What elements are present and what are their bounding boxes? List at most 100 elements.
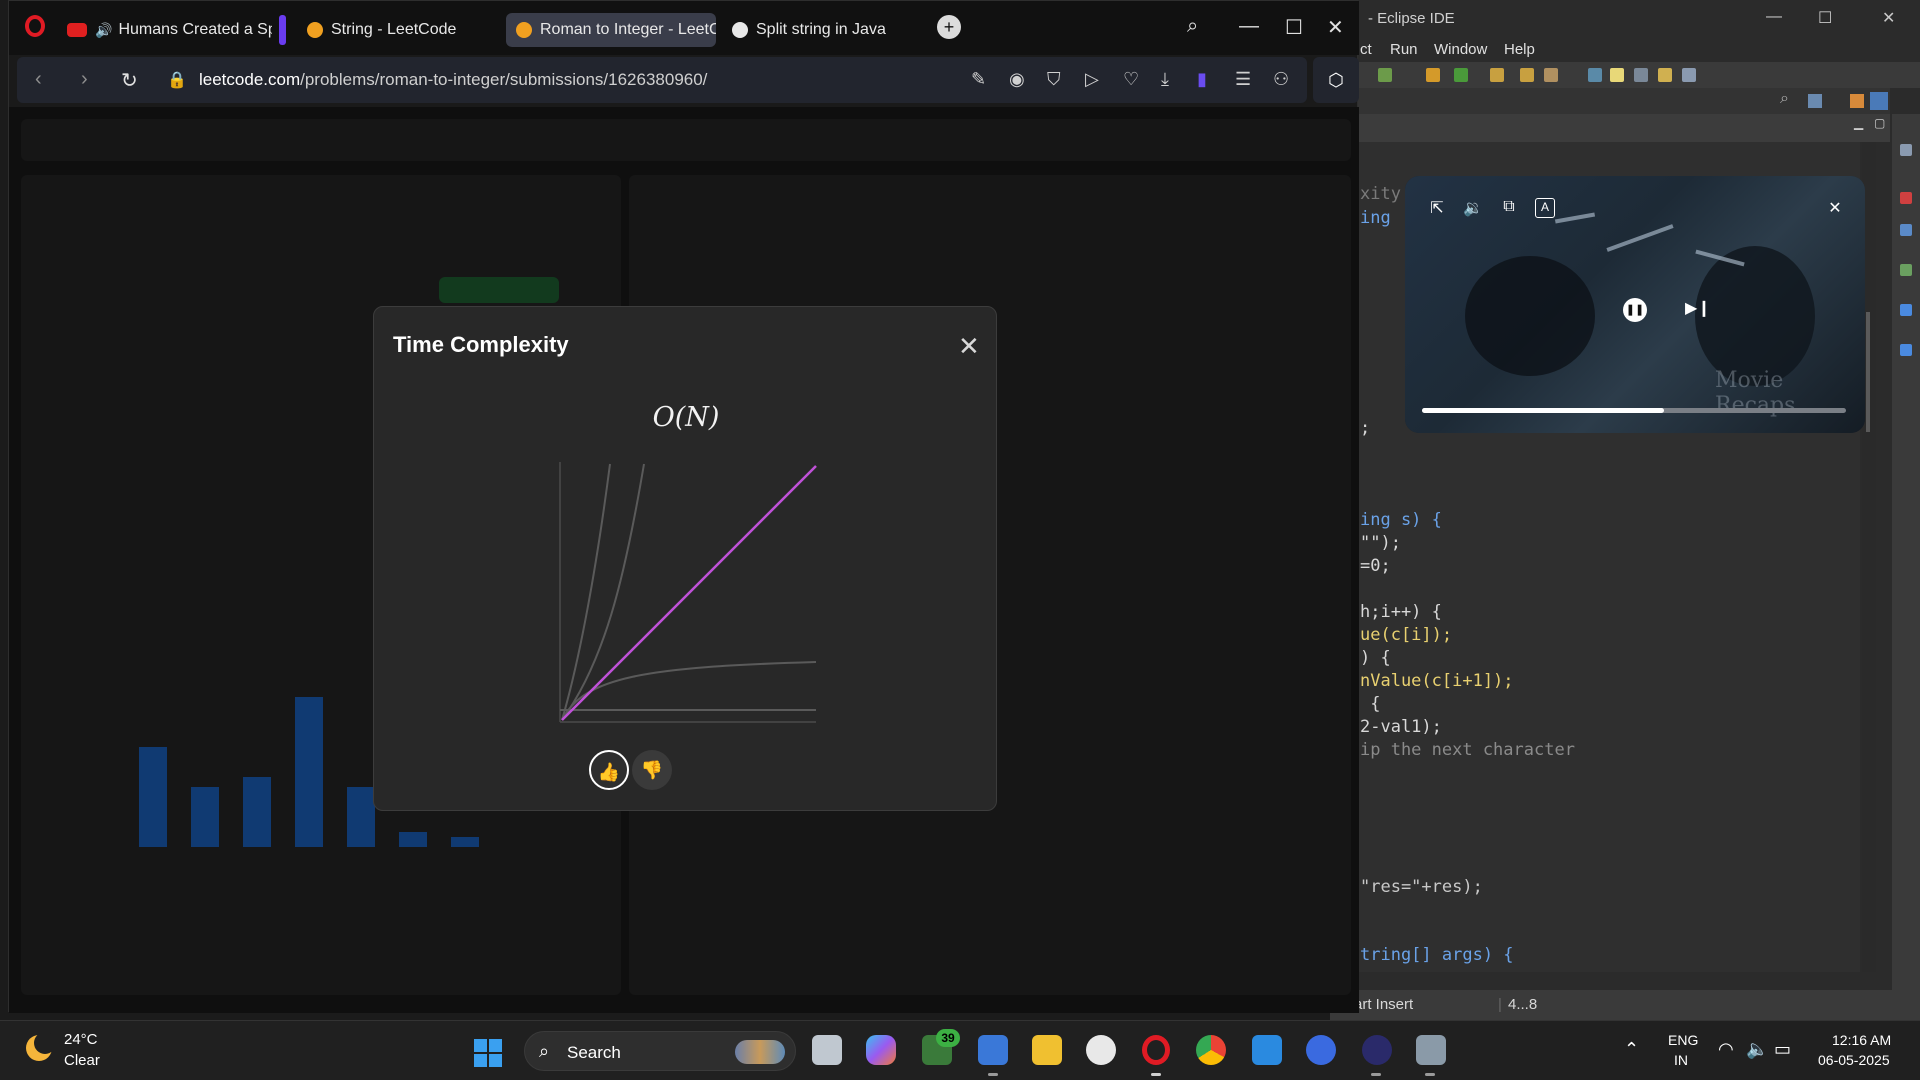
notepad-icon[interactable] [978, 1035, 1008, 1065]
toolbar-open-icon[interactable] [1490, 68, 1504, 82]
opera-taskbar-icon[interactable] [1142, 1035, 1170, 1065]
chevron-up-icon[interactable]: ⌃ [1624, 1039, 1639, 1060]
menu-project[interactable]: ct [1360, 41, 1372, 58]
tab-string-leetcode[interactable]: String - LeetCode [297, 13, 487, 47]
battery-saver-icon[interactable]: ▮ [1197, 69, 1207, 90]
shield-icon[interactable]: ⛉ [1047, 69, 1061, 90]
url-field[interactable]: leetcode.com/problems/roman-to-integer/s… [199, 70, 707, 90]
task-view-icon[interactable] [812, 1035, 842, 1065]
code-line: ""); [1360, 533, 1401, 553]
snapshot-edit-icon[interactable]: ✎ [971, 69, 986, 90]
clock-time[interactable]: 12:16 AM [1832, 1032, 1891, 1048]
start-button[interactable] [474, 1039, 502, 1067]
tab-label: Humans Created a Spa [118, 21, 272, 38]
new-tab-button[interactable]: + [937, 15, 961, 39]
weather-temperature[interactable]: 24°C [64, 1031, 98, 1048]
language-indicator[interactable]: ENG [1668, 1032, 1698, 1048]
toolbar-new-icon[interactable] [1454, 68, 1468, 82]
region-indicator[interactable]: IN [1674, 1052, 1688, 1068]
editor-min-icon[interactable]: ▁ [1854, 116, 1863, 130]
help-icon[interactable] [1900, 344, 1912, 356]
video-popout-player[interactable]: ⇱ 🔉 ⧉ A ✕ ❚❚ ▶❙ Movie Recaps [1405, 176, 1865, 433]
tab-roman-to-integer[interactable]: Roman to Integer - LeetCo [506, 13, 716, 47]
forward-icon[interactable]: › [81, 68, 88, 91]
vscode-icon[interactable] [1252, 1035, 1282, 1065]
eclipse-icon[interactable] [1362, 1035, 1392, 1065]
toolbar-brush-icon[interactable] [1544, 68, 1558, 82]
next-track-icon[interactable]: ▶❙ [1685, 298, 1711, 318]
maximize-icon[interactable]: ☐ [1285, 15, 1303, 40]
moon-icon[interactable] [26, 1032, 56, 1061]
pause-button[interactable]: ❚❚ [1623, 298, 1647, 322]
send-icon[interactable]: ▷ [1085, 69, 1099, 90]
perspective-icon[interactable] [1808, 94, 1822, 108]
java-perspective-icon[interactable] [1850, 94, 1864, 108]
running-indicator [1425, 1073, 1435, 1076]
menu-window[interactable]: Window [1434, 41, 1487, 58]
toolbar-run-icon[interactable] [1378, 68, 1392, 82]
profile-icon[interactable]: ⚇ [1273, 69, 1289, 90]
search-tabs-icon[interactable]: ⌕ [1187, 15, 1198, 38]
chrome-icon[interactable] [1196, 1035, 1226, 1065]
easy-setup-icon[interactable]: ☰ [1235, 69, 1251, 90]
thumbs-up-button[interactable]: 👍 [589, 750, 629, 790]
debug-perspective-icon[interactable] [1870, 92, 1888, 110]
weather-condition[interactable]: Clear [64, 1052, 100, 1069]
curve-polynomial [561, 463, 645, 721]
camera-icon[interactable]: ◉ [1009, 69, 1025, 90]
toolbar-link-icon[interactable] [1634, 68, 1648, 82]
close-icon[interactable]: ✕ [1327, 15, 1344, 40]
reload-icon[interactable]: ↻ [121, 68, 138, 93]
javadoc-icon[interactable] [1900, 224, 1912, 236]
calculator-icon[interactable] [1416, 1035, 1446, 1065]
runtime-bar [399, 832, 427, 847]
toolbar-mark-icon[interactable] [1658, 68, 1672, 82]
minimize-icon[interactable]: — [1766, 8, 1782, 26]
heart-icon[interactable]: ♡ [1123, 69, 1139, 90]
battery-icon[interactable]: ▭ [1774, 1039, 1791, 1060]
tab-split-string[interactable]: Split string in Java [722, 13, 922, 47]
clock-app-icon[interactable] [1086, 1035, 1116, 1065]
app-store-icon[interactable] [1306, 1035, 1336, 1065]
toolbar-page-icon[interactable] [1682, 68, 1696, 82]
opera-logo-icon[interactable] [25, 15, 45, 37]
code-line: h;i++) { [1360, 602, 1442, 622]
video-progress-bar[interactable] [1422, 408, 1846, 413]
outline-icon[interactable] [1900, 144, 1912, 156]
taskbar-search[interactable]: ⌕ Search [524, 1031, 796, 1071]
editor-max-icon[interactable]: ▢ [1874, 116, 1885, 130]
menu-run[interactable]: Run [1390, 41, 1418, 58]
info-icon[interactable] [1900, 304, 1912, 316]
wifi-icon[interactable]: ◠ [1718, 1039, 1734, 1060]
subtitles-icon[interactable]: A [1535, 198, 1555, 218]
volume-icon[interactable]: 🔈 [1746, 1039, 1768, 1060]
console-icon[interactable] [1900, 264, 1912, 276]
toolbar-package-icon[interactable] [1426, 68, 1440, 82]
thumbs-down-button[interactable]: 👎 [632, 750, 672, 790]
toolbar-nav-icon[interactable] [1588, 68, 1602, 82]
close-pip-icon[interactable]: ✕ [1825, 198, 1845, 218]
toolbar-highlight-icon[interactable] [1610, 68, 1624, 82]
download-icon[interactable]: ⤓ [1161, 69, 1169, 90]
back-icon[interactable]: ‹ [35, 68, 42, 91]
analyze-button[interactable] [439, 277, 559, 303]
code-line: ; [1360, 418, 1371, 438]
time-complexity-dialog: Time Complexity ✕ O(N) 👍 👎 [373, 306, 997, 811]
problems-icon[interactable] [1900, 192, 1912, 204]
close-icon[interactable]: ✕ [1882, 8, 1895, 28]
extensions-icon[interactable]: ⬡ [1313, 57, 1359, 103]
detach-icon[interactable]: ⧉ [1499, 198, 1519, 218]
tab-youtube[interactable]: 🔊 Humans Created a Spa [57, 13, 272, 47]
clock-date[interactable]: 06-05-2025 [1818, 1052, 1890, 1068]
menu-help[interactable]: Help [1504, 41, 1535, 58]
runtime-bar [191, 787, 219, 847]
search-icon[interactable]: ⌕ [1780, 90, 1789, 108]
maximize-icon[interactable]: ☐ [1818, 8, 1832, 28]
copilot-icon[interactable] [866, 1035, 896, 1065]
toolbar-folder-icon[interactable] [1520, 68, 1534, 82]
back-to-tab-icon[interactable]: ⇱ [1427, 198, 1447, 218]
minimize-icon[interactable]: — [1239, 15, 1259, 38]
volume-icon[interactable]: 🔉 [1463, 198, 1483, 218]
file-explorer-icon[interactable] [1032, 1035, 1062, 1065]
close-dialog-button[interactable]: ✕ [958, 333, 980, 359]
